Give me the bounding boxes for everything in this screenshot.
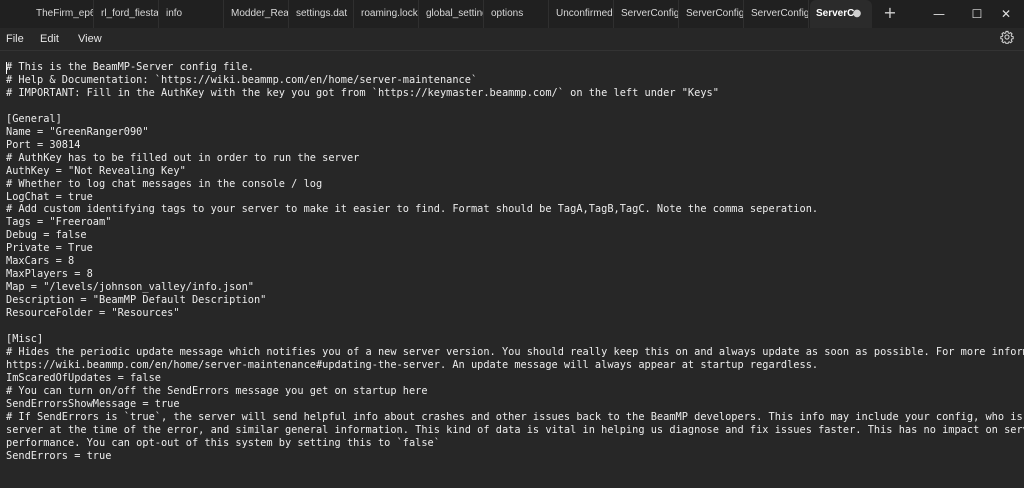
code-line: ResourceFolder = "Resources" <box>6 307 180 320</box>
tab-modder-readme[interactable]: Modder_ReadI <box>225 0 289 28</box>
code-line: performance. You can opt-out of this sys… <box>6 436 440 449</box>
editor-content[interactable]: # This is the BeamMP-Server config file.… <box>6 61 1024 463</box>
code-line: Port = 30814 <box>6 138 81 151</box>
code-line: AuthKey = "Not Revealing Key" <box>6 164 186 177</box>
code-line: Name = "GreenRanger090" <box>6 125 149 138</box>
code-line: [Misc] <box>6 333 44 346</box>
tab-serverconfig-3[interactable]: ServerConfig.t <box>745 0 809 28</box>
settings-gear-icon[interactable] <box>998 30 1016 48</box>
tab-options[interactable]: options <box>485 0 549 28</box>
code-line: Description = "BeamMP Default Descriptio… <box>6 294 267 307</box>
code-line: [General] <box>6 112 62 125</box>
tab-settings-dat[interactable]: settings.dat <box>290 0 354 28</box>
code-line: MaxPlayers = 8 <box>6 268 93 281</box>
code-line: SendErrorsShowMessage = true <box>6 397 180 410</box>
code-line: # AuthKey has to be filled out in order … <box>6 151 360 164</box>
menu-bar: File Edit View <box>0 28 1024 51</box>
code-line: # You can turn on/off the SendErrors mes… <box>6 384 428 397</box>
close-button[interactable]: ✕ <box>988 0 1024 28</box>
code-line: Tags = "Freeroam" <box>6 216 112 229</box>
menu-edit[interactable]: Edit <box>40 28 59 50</box>
code-line: # Add custom identifying tags to your se… <box>6 203 819 216</box>
code-line: # Hides the periodic update message whic… <box>6 345 1024 358</box>
code-line: Debug = false <box>6 229 87 242</box>
title-bar: TheFirm_ep6.a rl_ford_fiesta_v info Modd… <box>0 0 1024 29</box>
code-line: SendErrors = true <box>6 449 112 462</box>
code-line: Map = "/levels/johnson_valley/info.json" <box>6 281 254 294</box>
code-line: # Whether to log chat messages in the co… <box>6 177 323 190</box>
menu-file[interactable]: File <box>6 28 24 50</box>
new-tab-button[interactable]: + <box>881 0 899 28</box>
unsaved-dot-icon[interactable]: ● <box>849 0 865 28</box>
tab-global-settings[interactable]: global_setting <box>420 0 484 28</box>
text-editor[interactable]: # This is the BeamMP-Server config file.… <box>0 51 1024 488</box>
code-line: # IMPORTANT: Fill in the AuthKey with th… <box>6 86 719 99</box>
tab-info[interactable]: info <box>160 0 224 28</box>
menu-view[interactable]: View <box>78 28 102 50</box>
code-line: # This is the BeamMP-Server config file. <box>6 61 254 73</box>
code-line: # Help & Documentation: `https://wiki.be… <box>6 73 478 86</box>
tab-unconfirmed[interactable]: Unconfirmed ! <box>550 0 614 28</box>
code-line: server at the time of the error, and sim… <box>6 423 1024 436</box>
code-line: LogChat = true <box>6 190 93 203</box>
code-line: ImScaredOfUpdates = false <box>6 371 161 384</box>
tab-thefirm[interactable]: TheFirm_ep6.a <box>30 0 94 28</box>
code-line: # If SendErrors is `true`, the server wi… <box>6 410 1024 423</box>
code-line: MaxCars = 8 <box>6 255 75 268</box>
code-line: Private = True <box>6 242 93 255</box>
gear-icon <box>1000 30 1014 45</box>
code-line: https://wiki.beammp.com/en/home/server-m… <box>6 358 819 371</box>
tab-serverconfig-1[interactable]: ServerConfig.t <box>615 0 679 28</box>
tab-serverconfig-2[interactable]: ServerConfig.t <box>680 0 744 28</box>
tab-roaming-lock[interactable]: roaming.lock <box>355 0 419 28</box>
tab-ford-fiesta[interactable]: rl_ford_fiesta_v <box>95 0 159 28</box>
